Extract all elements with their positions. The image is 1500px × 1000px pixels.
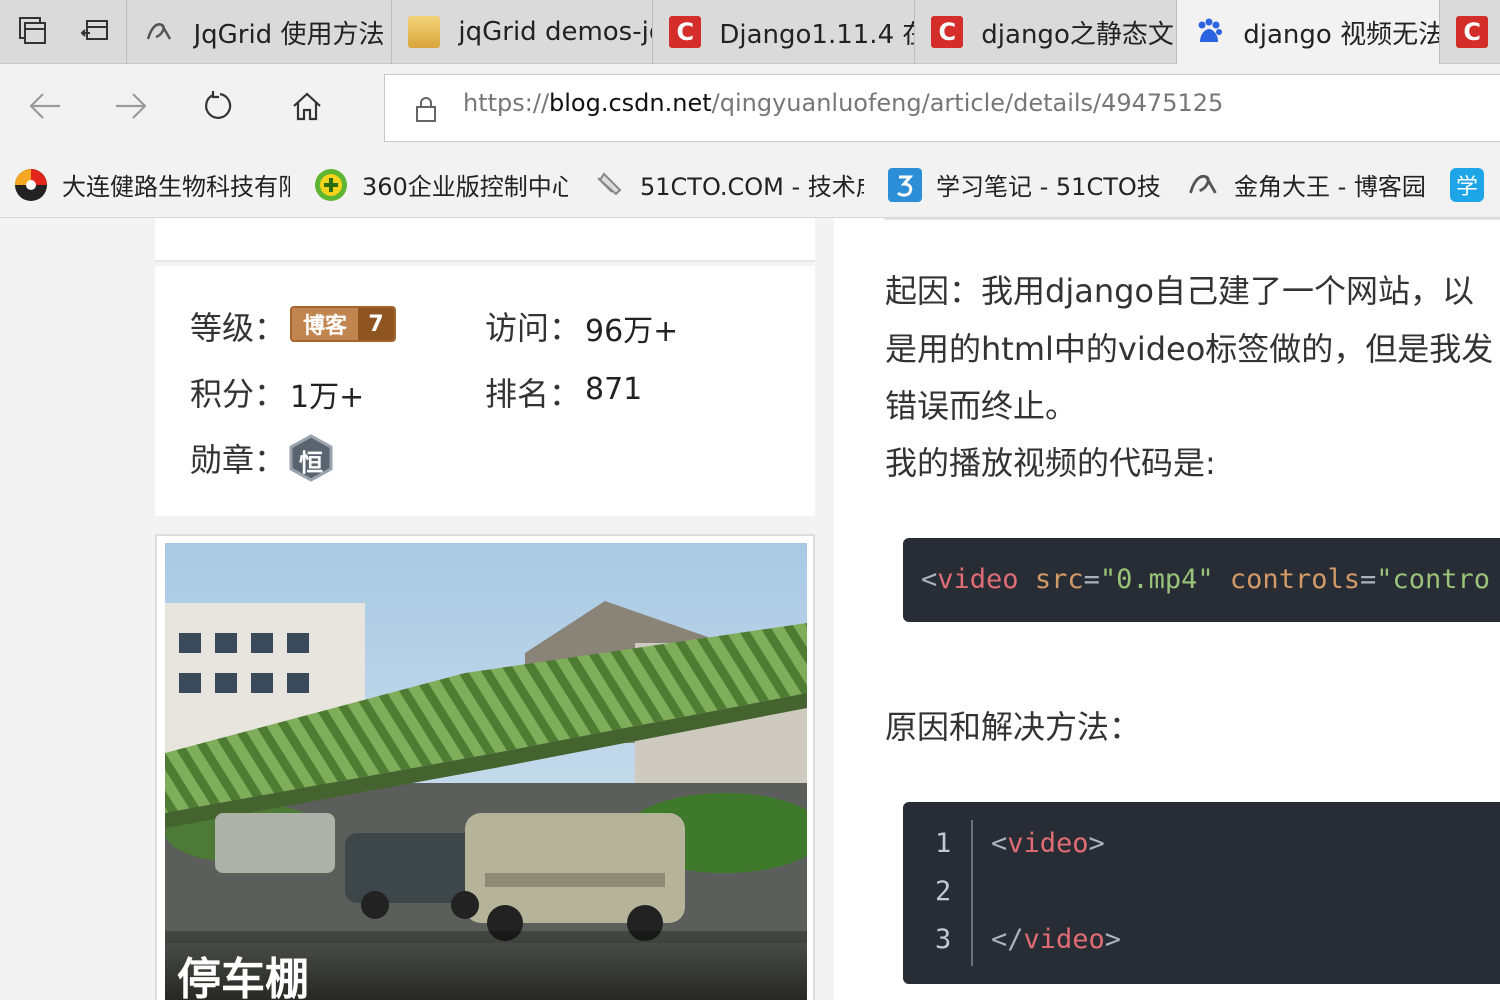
url-path: /qingyuanluofeng/article/details/4947512… bbox=[711, 89, 1224, 117]
medal-label: 勋章： bbox=[190, 441, 287, 479]
persistence-medal[interactable]: 恒 bbox=[287, 434, 335, 482]
divider bbox=[884, 218, 1500, 220]
plus-360-icon bbox=[314, 168, 348, 202]
profile-stats-card: 等级： 博客 7 访问： 96万+ 积分： 1万+ 排名： 871 勋章： 恒 bbox=[155, 266, 815, 516]
code-line: <video> bbox=[991, 828, 1105, 859]
tab-title: Django1.11.4 在 bbox=[719, 19, 915, 50]
cnblogs-icon bbox=[1186, 168, 1220, 202]
baidu-icon bbox=[1193, 16, 1225, 48]
folder-icon bbox=[408, 16, 441, 48]
article-paragraph: 错误而终止。 bbox=[885, 387, 1078, 425]
favorite-label: 51CTO.COM - 技术成 bbox=[640, 173, 864, 201]
tab-django-static[interactable]: C django之静态文 bbox=[915, 0, 1178, 64]
favorite-label: 大连健路生物科技有限 bbox=[62, 173, 290, 201]
badge-level: 7 bbox=[358, 308, 394, 340]
url-text[interactable]: https://blog.csdn.net/qingyuanluofeng/ar… bbox=[463, 89, 1223, 117]
refresh-icon bbox=[203, 90, 235, 126]
favorite-dalian[interactable]: 大连健路生物科技有限 bbox=[14, 167, 290, 202]
home-icon bbox=[291, 90, 323, 126]
points-label: 积分： bbox=[190, 375, 287, 413]
favorite-label: 360企业版控制中心 bbox=[362, 173, 568, 201]
rank-value: 871 bbox=[585, 372, 643, 407]
pin-icon bbox=[592, 168, 626, 202]
favorite-label: 金角大王 - 博客园 bbox=[1234, 173, 1426, 201]
line-number: 1 bbox=[935, 828, 952, 859]
tab-title: django之静态文 bbox=[981, 19, 1174, 50]
profile-card-header bbox=[155, 218, 815, 262]
article-paragraph: 我的播放视频的代码是: bbox=[885, 444, 1216, 482]
level-label: 等级： bbox=[190, 309, 287, 347]
tab-strip: JqGrid 使用方法 jqGrid demos-jq C Django1.11… bbox=[0, 0, 1500, 64]
article-body: 起因：我用django自己建了一个网站，以 是用的html中的video标签做的… bbox=[834, 218, 1500, 1000]
code-line: <video src="0.mp4" controls="contro bbox=[921, 564, 1491, 595]
xue-icon: 学 bbox=[1450, 167, 1484, 202]
tab-partial[interactable]: C bbox=[1440, 0, 1500, 64]
visits-label: 访问： bbox=[485, 309, 582, 347]
points-value: 1万+ bbox=[290, 380, 365, 415]
badge-text: 博客 bbox=[302, 314, 347, 339]
favorite-jinjiao[interactable]: 金角大王 - 博客园 bbox=[1186, 167, 1426, 202]
code-line: </video> bbox=[991, 924, 1122, 955]
set-tabs-aside-button[interactable] bbox=[64, 0, 128, 64]
code-block-numbered[interactable]: 1 2 3 <video> </video> bbox=[903, 802, 1500, 984]
tabs-stack-icon bbox=[16, 14, 48, 50]
tab-title: django 视频无法 bbox=[1243, 19, 1440, 50]
tabs-aside-icon bbox=[79, 14, 111, 50]
blog-level-badge[interactable]: 博客 7 bbox=[290, 306, 396, 342]
csdn-icon: C bbox=[1456, 16, 1489, 48]
carport-ad-image[interactable]: 停车棚 bbox=[165, 543, 807, 1000]
csdn-icon: C bbox=[931, 16, 964, 48]
url-scheme: https:// bbox=[463, 89, 550, 117]
article-paragraph: 是用的html中的video标签做的，但是我发 bbox=[885, 330, 1494, 368]
line-number: 2 bbox=[935, 876, 952, 907]
favorite-xue[interactable]: 学 bbox=[1450, 167, 1498, 202]
line-number: 3 bbox=[935, 924, 952, 955]
url-host: blog.csdn.net bbox=[549, 89, 712, 117]
ad-caption: 停车棚 bbox=[177, 954, 309, 1000]
address-bar[interactable]: https://blog.csdn.net/qingyuanluofeng/ar… bbox=[384, 74, 1500, 142]
article-paragraph: 原因和解决方法： bbox=[885, 708, 1142, 746]
code-block[interactable]: <video src="0.mp4" controls="contro bbox=[903, 538, 1500, 622]
back-button[interactable] bbox=[20, 84, 70, 132]
arrow-left-icon bbox=[28, 91, 62, 125]
csdn-icon: C bbox=[669, 16, 702, 48]
favorites-bar: 大连健路生物科技有限 360企业版控制中心 51CTO.COM - 技术成 学习… bbox=[0, 152, 1500, 218]
tab-title: JqGrid 使用方法 bbox=[193, 19, 385, 50]
ad-caption-bar: 停车棚 bbox=[165, 931, 807, 1000]
number-3-icon bbox=[888, 167, 922, 202]
navigation-bar: https://blog.csdn.net/qingyuanluofeng/ar… bbox=[0, 64, 1500, 152]
tab-django-video-active[interactable]: django 视频无法 bbox=[1177, 0, 1441, 64]
medal-glyph: 恒 bbox=[299, 449, 323, 477]
tab-jqgrid-usage[interactable]: JqGrid 使用方法 bbox=[127, 0, 393, 64]
tab-title: jqGrid demos-jq bbox=[458, 17, 653, 47]
home-button[interactable] bbox=[282, 84, 332, 132]
tab-jqgrid-demos[interactable]: jqGrid demos-jq bbox=[392, 0, 654, 64]
tab-actions-button[interactable] bbox=[0, 0, 64, 64]
line-number-gutter bbox=[971, 820, 973, 966]
lock-icon bbox=[415, 95, 437, 127]
forward-button[interactable] bbox=[106, 84, 156, 132]
favorite-51cto[interactable]: 51CTO.COM - 技术成 bbox=[592, 167, 864, 202]
company-logo-icon bbox=[14, 168, 48, 202]
favorite-label: 学习笔记 - 51CTO技术 bbox=[936, 173, 1162, 201]
rank-label: 排名： bbox=[485, 375, 582, 413]
ad-card[interactable]: 停车棚 bbox=[155, 534, 815, 1000]
page-content: 等级： 博客 7 访问： 96万+ 积分： 1万+ 排名： 871 勋章： 恒 bbox=[0, 218, 1500, 1000]
favorite-360[interactable]: 360企业版控制中心 bbox=[314, 167, 568, 202]
favorite-study-notes[interactable]: 学习笔记 - 51CTO技术 bbox=[888, 167, 1162, 202]
arrow-right-icon bbox=[114, 91, 148, 125]
tab-django-1-11-4[interactable]: C Django1.11.4 在 bbox=[653, 0, 916, 64]
refresh-button[interactable] bbox=[194, 84, 244, 132]
visits-value: 96万+ bbox=[585, 314, 679, 349]
cnblogs-icon bbox=[143, 16, 175, 48]
article-paragraph: 起因：我用django自己建了一个网站，以 bbox=[885, 272, 1474, 310]
